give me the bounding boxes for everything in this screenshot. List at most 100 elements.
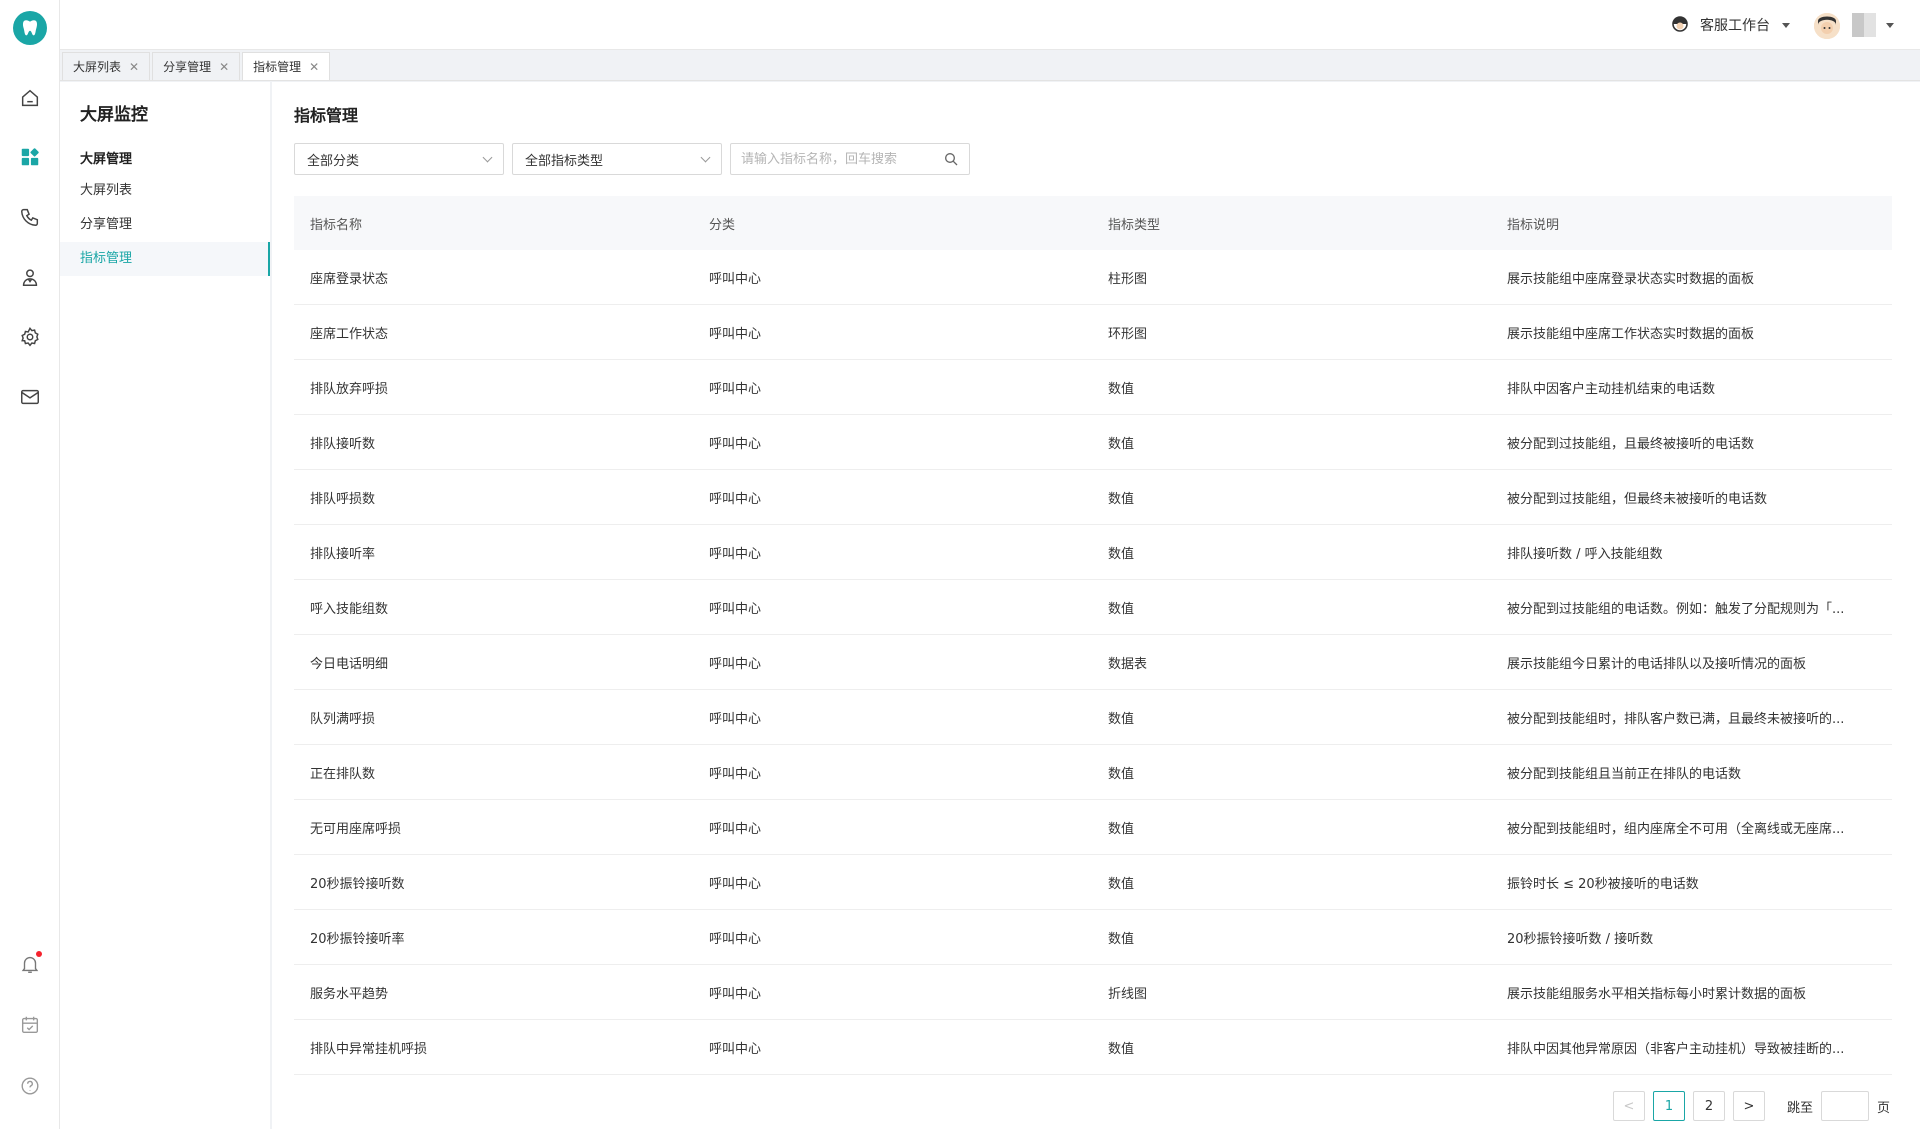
mail-icon[interactable] [14, 381, 46, 413]
search-input[interactable] [741, 151, 943, 167]
next-page-button[interactable]: > [1732, 1091, 1765, 1121]
page-button-2[interactable]: 2 [1692, 1091, 1725, 1121]
jump-label: 跳至 [1786, 1100, 1813, 1116]
indicator-name-cell: 20秒振铃接听率 [310, 931, 405, 947]
indicator-name-cell: 排队放弃呼损 [310, 381, 389, 397]
user-menu[interactable] [1852, 13, 1894, 37]
table-row[interactable]: 座席登录状态 呼叫中心 柱形图 展示技能组中座席登录状态实时数据的面板 [294, 250, 1892, 305]
category-cell: 呼叫中心 [709, 546, 762, 562]
indicator-description-cell: 被分配到技能组时，组内座席全不可用（全离线或无座席... [1507, 821, 1845, 837]
sidebar-item-share-management[interactable]: 分享管理 [60, 208, 270, 242]
indicator-name-cell: 排队呼损数 [310, 491, 376, 507]
table-row[interactable]: 排队接听率 呼叫中心 数值 排队接听数 / 呼入技能组数 [294, 525, 1892, 580]
table-body: 座席登录状态 呼叫中心 柱形图 展示技能组中座席登录状态实时数据的面板 座席工作状态 呼叫… [294, 250, 1892, 1075]
workbench-label: 客服工作台 [1700, 18, 1770, 34]
category-cell: 呼叫中心 [709, 711, 762, 727]
indicator-type-cell: 环形图 [1108, 326, 1148, 342]
category-cell: 呼叫中心 [709, 601, 762, 617]
tab-label: 分享管理 [163, 60, 212, 74]
phone-icon[interactable] [14, 201, 46, 233]
indicator-description-cell: 展示技能组中座席工作状态实时数据的面板 [1507, 326, 1755, 342]
sidebar-group-label: 大屏管理 [80, 152, 133, 167]
table-row[interactable]: 队列满呼损 呼叫中心 数值 被分配到技能组时，排队客户数已满，且最终未被接听的... [294, 690, 1892, 745]
chevron-down-icon [700, 152, 711, 162]
category-cell: 呼叫中心 [709, 876, 762, 892]
table-row[interactable]: 20秒振铃接听数 呼叫中心 数值 振铃时长 ≤ 20秒被接听的电话数 [294, 855, 1892, 910]
table-row[interactable]: 呼入技能组数 呼叫中心 数值 被分配到过技能组的电话数。例如：触发了分配规则为「... [294, 580, 1892, 635]
indicator-type-cell: 数值 [1108, 491, 1135, 507]
indicator-name-cell: 座席登录状态 [310, 271, 389, 287]
category-select-value: 全部分类 [307, 153, 360, 169]
indicator-description-cell: 展示技能组服务水平相关指标每小时累计数据的面板 [1507, 986, 1807, 1002]
search-box [730, 143, 970, 175]
settings-icon[interactable] [14, 321, 46, 353]
page-button-1[interactable]: 1 [1652, 1091, 1685, 1121]
main-panel: 指标管理 全部分类 全部指标类型 指标名称 分类 指标类型 指标说明 座席登录状… [272, 82, 1920, 1129]
tab-label: 大屏列表 [73, 60, 122, 74]
table-row[interactable]: 今日电话明细 呼叫中心 数据表 展示技能组今日累计的电话排队以及接听情况的面板 [294, 635, 1892, 690]
category-cell: 呼叫中心 [709, 656, 762, 672]
chevron-down-icon [482, 152, 493, 162]
avatar-face-icon [1814, 13, 1840, 39]
app-logo-icon[interactable] [13, 11, 47, 45]
category-cell: 呼叫中心 [709, 271, 762, 287]
column-header: 分类 [709, 217, 736, 233]
indicator-type-select-value: 全部指标类型 [525, 153, 604, 169]
indicator-name-cell: 座席工作状态 [310, 326, 389, 342]
indicator-name-cell: 服务水平趋势 [310, 986, 389, 1002]
tab-screen-list[interactable]: 大屏列表 ✕ [62, 52, 151, 80]
indicator-type-cell: 数值 [1108, 381, 1135, 397]
bell-icon[interactable] [14, 948, 46, 980]
jump-page-input[interactable] [1820, 1091, 1869, 1121]
indicator-type-cell: 折线图 [1108, 986, 1148, 1002]
dashboard-icon[interactable] [14, 141, 46, 173]
table-row[interactable]: 正在排队数 呼叫中心 数值 被分配到技能组且当前正在排队的电话数 [294, 745, 1892, 800]
category-cell: 呼叫中心 [709, 821, 762, 837]
indicator-description-cell: 被分配到技能组且当前正在排队的电话数 [1507, 766, 1742, 782]
indicator-description-cell: 被分配到过技能组的电话数。例如：触发了分配规则为「... [1507, 601, 1845, 617]
close-icon[interactable]: ✕ [219, 60, 229, 74]
prev-page-button[interactable]: < [1612, 1091, 1645, 1121]
home-icon[interactable] [14, 82, 46, 114]
indicator-description-cell: 排队中因其他异常原因（非客户主动挂机）导致被挂断的... [1507, 1041, 1845, 1057]
indicator-type-select[interactable]: 全部指标类型 [512, 143, 722, 175]
table-row[interactable]: 排队中异常挂机呼损 呼叫中心 数值 排队中因其他异常原因（非客户主动挂机）导致被挂断的… [294, 1020, 1892, 1075]
table-row[interactable]: 20秒振铃接听率 呼叫中心 数值 20秒振铃接听数 / 接听数 [294, 910, 1892, 965]
indicator-description-cell: 展示技能组中座席登录状态实时数据的面板 [1507, 271, 1755, 287]
help-icon[interactable] [14, 1070, 46, 1102]
indicator-description-cell: 20秒振铃接听数 / 接听数 [1507, 931, 1654, 947]
icon-rail [0, 0, 60, 1129]
table-row[interactable]: 排队接听数 呼叫中心 数值 被分配到过技能组，且最终被接听的电话数 [294, 415, 1892, 470]
indicator-description-cell: 被分配到过技能组，且最终被接听的电话数 [1507, 436, 1755, 452]
page-suffix: 页 [1876, 1100, 1890, 1116]
sidebar-item-screen-list[interactable]: 大屏列表 [60, 174, 270, 208]
search-icon[interactable] [943, 151, 959, 167]
workbench-menu[interactable]: 客服工作台 [1668, 13, 1790, 37]
tab-share-management[interactable]: 分享管理 ✕ [152, 52, 241, 80]
notification-dot [36, 951, 42, 957]
category-select[interactable]: 全部分类 [294, 143, 504, 175]
table-row[interactable]: 座席工作状态 呼叫中心 环形图 展示技能组中座席工作状态实时数据的面板 [294, 305, 1892, 360]
indicator-description-cell: 振铃时长 ≤ 20秒被接听的电话数 [1507, 876, 1699, 892]
table-row[interactable]: 无可用座席呼损 呼叫中心 数值 被分配到技能组时，组内座席全不可用（全离线或无座席..… [294, 800, 1892, 855]
indicator-name-cell: 正在排队数 [310, 766, 376, 782]
indicator-type-cell: 柱形图 [1108, 271, 1148, 287]
tab-indicator-management[interactable]: 指标管理 ✕ [242, 52, 331, 80]
pagination: < 1 2 > 跳至 页 [1612, 1091, 1890, 1121]
table-row[interactable]: 服务水平趋势 呼叫中心 折线图 展示技能组服务水平相关指标每小时累计数据的面板 [294, 965, 1892, 1020]
indicator-description-cell: 被分配到过技能组，但最终未被接听的电话数 [1507, 491, 1768, 507]
close-icon[interactable]: ✕ [309, 60, 319, 74]
indicator-name-cell: 排队中异常挂机呼损 [310, 1041, 428, 1057]
calendar-icon[interactable] [14, 1009, 46, 1041]
category-cell: 呼叫中心 [709, 1041, 762, 1057]
secondary-sidebar: 大屏监控 大屏管理 大屏列表 分享管理 指标管理 [60, 82, 270, 1129]
table-row[interactable]: 排队呼损数 呼叫中心 数值 被分配到过技能组，但最终未被接听的电话数 [294, 470, 1892, 525]
sidebar-item-indicator-management[interactable]: 指标管理 [60, 242, 270, 276]
indicator-name-cell: 呼入技能组数 [310, 601, 389, 617]
customer-service-icon [1672, 16, 1688, 32]
close-icon[interactable]: ✕ [129, 60, 139, 74]
table-row[interactable]: 排队放弃呼损 呼叫中心 数值 排队中因客户主动挂机结束的电话数 [294, 360, 1892, 415]
avatar[interactable] [1814, 13, 1840, 39]
indicator-type-cell: 数值 [1108, 711, 1135, 727]
agent-icon[interactable] [14, 261, 46, 293]
